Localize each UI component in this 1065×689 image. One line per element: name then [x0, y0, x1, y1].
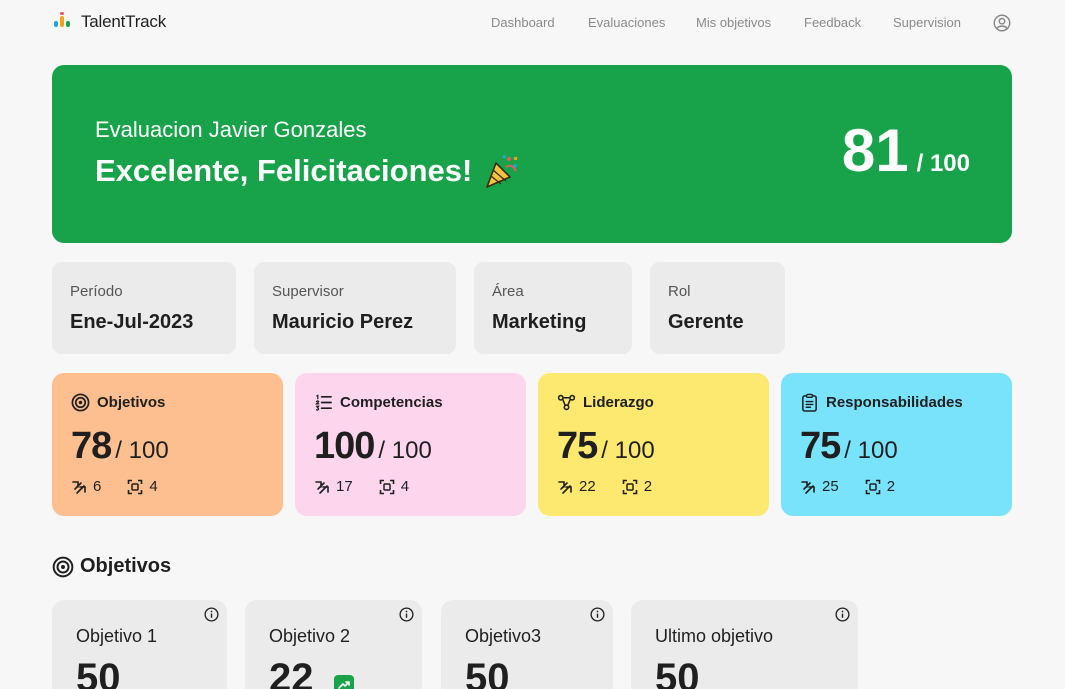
score-max: / 100 — [378, 437, 432, 464]
evaluation-name: Evaluacion Javier Gonzales — [95, 117, 367, 142]
objective-card[interactable]: Ultimo objetivo 50 — [631, 600, 858, 689]
objective-title: Ultimo objetivo — [655, 626, 774, 646]
items-icon — [801, 480, 815, 494]
score-card-stats: 17 4 — [314, 478, 409, 495]
clipboard-icon — [802, 393, 817, 412]
info-value: Marketing — [492, 311, 587, 333]
score-value: 78 — [71, 425, 112, 467]
nav-feedback[interactable]: Feedback — [804, 15, 861, 30]
score-value: 100 — [314, 425, 375, 467]
info-icon[interactable] — [204, 607, 219, 622]
score-card-value: 75 / 100 — [800, 425, 898, 468]
score-card-title: Objetivos — [97, 394, 166, 411]
info-label: Supervisor — [272, 283, 344, 300]
score-card-value: 78 / 100 — [71, 425, 169, 468]
logo-icon — [52, 12, 74, 32]
frame-icon — [379, 479, 394, 494]
objective-value: 50 — [76, 656, 121, 689]
frame-icon — [622, 479, 637, 494]
network-icon — [557, 394, 576, 411]
evaluation-message-text: Excelente, Felicitaciones! — [95, 153, 473, 188]
info-label: Rol — [668, 283, 691, 300]
objective-value: 50 — [465, 656, 510, 689]
objective-value: 50 — [655, 656, 700, 689]
info-card-supervisor: Supervisor Mauricio Perez — [254, 262, 456, 354]
evaluation-banner: Evaluacion Javier Gonzales Excelente, Fe… — [52, 65, 1012, 243]
items-icon — [72, 480, 86, 494]
objective-title: Objetivo3 — [465, 626, 542, 646]
nav-mis-objetivos[interactable]: Mis objetivos — [696, 15, 771, 30]
score-max: / 100 — [115, 437, 169, 464]
info-label: Período — [70, 283, 123, 300]
score-card-title: Liderazgo — [583, 394, 654, 411]
overall-score: 81 / 100 — [842, 121, 970, 181]
info-card-period: Período Ene-Jul-2023 — [52, 262, 236, 354]
score-card-header: Objetivos — [71, 393, 165, 412]
score-card-header: Liderazgo — [557, 393, 654, 412]
info-value: Mauricio Perez — [272, 311, 414, 333]
stat-count: 17 — [336, 478, 353, 495]
objective-card[interactable]: Objetivo 2 22 — [245, 600, 422, 689]
score-card-title: Responsabilidades — [826, 394, 963, 411]
target-icon — [71, 393, 90, 412]
stat-count: 2 — [886, 478, 896, 495]
section-title-text: Objetivos — [80, 555, 172, 577]
score-card-stats: 22 2 — [557, 478, 652, 495]
party-popper-icon — [486, 154, 519, 188]
score-card-title: Competencias — [340, 394, 443, 411]
objective-title: Objetivo 2 — [269, 626, 351, 646]
target-icon — [52, 556, 74, 577]
items-icon — [315, 480, 329, 494]
objective-title: Objetivo 1 — [76, 626, 158, 646]
section-title-objetivos: Objetivos — [52, 555, 171, 578]
trend-up-icon — [334, 675, 354, 689]
score-card-stats: 6 4 — [71, 478, 158, 495]
stat-count: 25 — [822, 478, 839, 495]
info-card-role: Rol Gerente — [650, 262, 785, 354]
info-icon[interactable] — [835, 607, 850, 622]
top-nav: TalentTrack Dashboard Evaluaciones Mis o… — [0, 0, 1065, 46]
score-value: 75 — [800, 425, 841, 467]
nav-supervision[interactable]: Supervision — [893, 15, 961, 30]
frame-icon — [865, 479, 880, 494]
stat-count: 4 — [149, 478, 158, 495]
stat-count: 2 — [643, 478, 653, 495]
score-card-competencias[interactable]: Competencias 100 / 100 17 4 — [295, 373, 526, 516]
nav-dashboard[interactable]: Dashboard — [491, 15, 555, 30]
score-max: / 100 — [844, 437, 898, 464]
score-card-responsabilidades[interactable]: Responsabilidades 75 / 100 25 2 — [781, 373, 1012, 516]
score-card-header: Competencias — [314, 393, 443, 412]
frame-icon — [128, 479, 143, 494]
list-icon — [315, 394, 332, 411]
stat-count: 22 — [579, 478, 596, 495]
score-card-liderazgo[interactable]: Liderazgo 75 / 100 22 2 — [538, 373, 769, 516]
score-card-value: 100 / 100 — [314, 425, 432, 468]
score-card-objetivos[interactable]: Objetivos 78 / 100 6 4 — [52, 373, 283, 516]
score-value: 75 — [557, 425, 598, 467]
info-icon[interactable] — [590, 607, 605, 622]
info-value: Ene-Jul-2023 — [70, 311, 194, 333]
score-card-header: Responsabilidades — [800, 393, 963, 412]
info-card-area: Área Marketing — [474, 262, 632, 354]
overall-score-max: / 100 — [916, 150, 970, 177]
nav-evaluaciones[interactable]: Evaluaciones — [588, 15, 665, 30]
stat-count: 4 — [400, 478, 410, 495]
score-card-value: 75 / 100 — [557, 425, 655, 468]
objective-card[interactable]: Objetivo3 50 — [441, 600, 613, 689]
objective-card[interactable]: Objetivo 1 50 — [52, 600, 227, 689]
info-value: Gerente — [668, 311, 744, 333]
brand-logo[interactable]: TalentTrack — [52, 12, 166, 32]
evaluation-message: Excelente, Felicitaciones! — [95, 151, 522, 191]
score-card-stats: 25 2 — [800, 478, 895, 495]
info-label: Área — [492, 283, 524, 300]
info-icon[interactable] — [399, 607, 414, 622]
objective-value: 22 — [269, 656, 314, 689]
score-max: / 100 — [601, 437, 655, 464]
items-icon — [558, 480, 572, 494]
overall-score-value: 81 — [841, 117, 909, 184]
stat-count: 6 — [93, 478, 102, 495]
brand-name: TalentTrack — [81, 12, 167, 31]
user-circle-icon[interactable] — [993, 14, 1011, 32]
